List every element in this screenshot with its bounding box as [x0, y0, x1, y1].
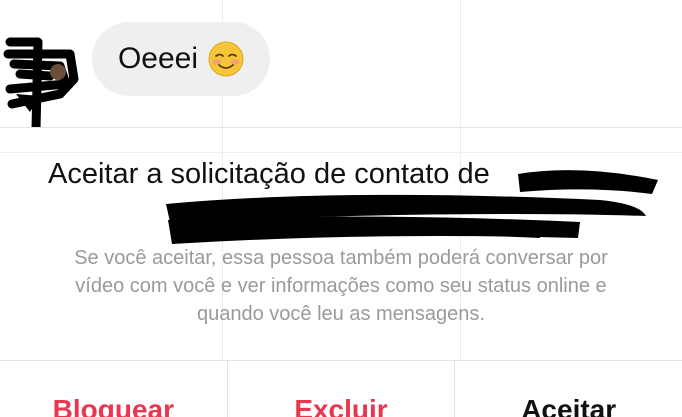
- request-actions: Bloquear Excluir Aceitar: [0, 360, 682, 417]
- delete-button[interactable]: Excluir: [226, 361, 455, 417]
- request-description-line: vídeo com você e ver informações como se…: [75, 275, 607, 297]
- smiling-blushing-emoji-icon: [208, 41, 244, 77]
- block-button[interactable]: Bloquear: [0, 361, 227, 417]
- avatar[interactable]: [0, 34, 80, 134]
- block-button-label: Bloquear: [52, 394, 175, 417]
- redacted-avatar-scribble: [3, 37, 79, 134]
- message-text: Oeeei: [117, 42, 199, 75]
- chat-area: Oeeei: [0, 0, 682, 134]
- request-description-line: Se você aceitar, essa pessoa também pode…: [74, 247, 608, 269]
- redacted-name-scribble: [166, 170, 658, 244]
- message-bubble[interactable]: Oeeei: [92, 22, 270, 96]
- accept-button[interactable]: Aceitar: [454, 361, 682, 417]
- request-description: Se você aceitar, essa pessoa também pode…: [0, 244, 682, 328]
- delete-button-label: Excluir: [294, 394, 388, 417]
- accept-button-label: Aceitar: [521, 394, 617, 417]
- message-request-screen: Oeeei Aceitar a solicitação de contato d…: [0, 0, 682, 417]
- guide-line: [460, 0, 461, 128]
- guide-line: [0, 152, 682, 153]
- message-request-panel: Aceitar a solicitação de contato de Se v…: [0, 128, 682, 417]
- request-description-line: quando você leu as mensagens.: [197, 303, 485, 325]
